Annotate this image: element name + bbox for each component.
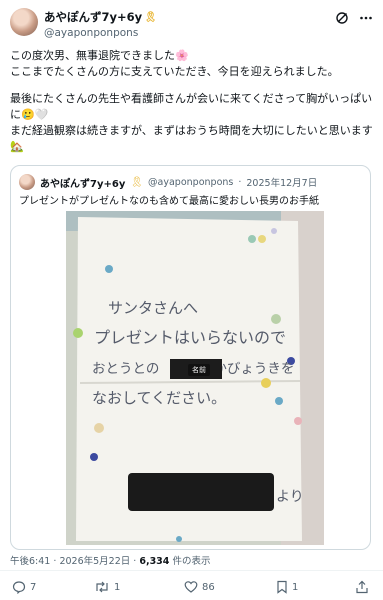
separator-dot: · xyxy=(53,556,57,567)
tweet-text: この度次男、無事退院できました🌸 ここまでたくさんの方に支えていただき、今日を迎… xyxy=(10,48,375,155)
like-count: 86 xyxy=(202,581,215,593)
quoted-text: プレゼントがプレゼんトなのも含めて最高に愛おしい長男のお手紙 xyxy=(19,196,319,207)
reply-count: 7 xyxy=(30,581,37,593)
author-handle[interactable]: @ayaponponpons xyxy=(44,27,157,39)
header-icons xyxy=(335,11,373,29)
share-icon xyxy=(355,580,369,594)
reply-button[interactable]: 7 xyxy=(12,580,36,594)
letter-line: なおしてください。 xyxy=(92,389,226,407)
tweet-line: まだ経過観察は続きますが、まずはおうち時間を大切にしたいと思います🏡 xyxy=(10,124,373,153)
letter-line: プレゼントはいらないので xyxy=(94,328,286,347)
reply-icon xyxy=(12,580,26,594)
tweet-time[interactable]: 午後6:41 xyxy=(10,556,50,567)
separator-dot: · xyxy=(133,556,137,567)
ribbon-badge-icon: 🎗 xyxy=(130,176,144,188)
share-button[interactable] xyxy=(355,580,369,594)
letter-signature: より xyxy=(276,489,304,505)
tweet-line: ここまでたくさんの方に支えていただき、今日を迎えられました。 xyxy=(10,65,339,78)
author-name-text[interactable]: あやぽんず7y+6y xyxy=(44,9,142,25)
tweet-line: 最後にたくさんの先生や看護師さんが会いに来てくださって胸がいっぱいに🥲🤍 xyxy=(10,92,373,121)
quoted-date: 2025年12月7日 xyxy=(246,178,318,189)
letter-photo[interactable]: サンタさんへ プレゼントはいらないので おとうとの かびょうきを なおしてくださ… xyxy=(66,211,324,545)
letter-line: サンタさんへ xyxy=(108,299,198,317)
tweet-header: あやぽんず7y+6y 🎗 @ayaponponpons xyxy=(10,8,373,40)
retweet-count: 1 xyxy=(114,581,121,593)
views-count: 6,334 xyxy=(139,556,170,567)
quoted-avatar xyxy=(19,174,35,190)
divider xyxy=(0,570,383,571)
more-options-icon[interactable] xyxy=(359,11,373,29)
name-tag-label: 名前 xyxy=(188,364,210,376)
quoted-tweet[interactable]: あやぽんず7y+6y 🎗 @ayaponponpons · 2025年12月7日… xyxy=(10,165,371,550)
grok-icon[interactable] xyxy=(335,11,349,29)
bookmark-icon xyxy=(276,580,288,594)
tweet-date[interactable]: 2026年5月22日 xyxy=(59,556,130,567)
retweet-icon xyxy=(94,580,110,594)
ribbon-badge-icon: 🎗 xyxy=(144,11,157,23)
views-label: 件の表示 xyxy=(172,556,211,567)
quoted-handle: @ayaponponpons xyxy=(148,176,234,188)
heart-icon xyxy=(184,580,198,594)
separator-dot: · xyxy=(238,176,242,188)
quoted-tweet-header: あやぽんず7y+6y 🎗 @ayaponponpons · 2025年12月7日 xyxy=(19,174,317,190)
quoted-display-name: あやぽんず7y+6y xyxy=(40,178,126,190)
author-display-name[interactable]: あやぽんず7y+6y 🎗 xyxy=(44,9,157,25)
bookmark-button[interactable]: 1 xyxy=(276,580,298,594)
tweet-meta: 午後6:41 · 2026年5月22日 · 6,334 件の表示 xyxy=(10,553,210,567)
avatar[interactable] xyxy=(10,8,38,36)
bookmark-count: 1 xyxy=(292,581,299,593)
author-names[interactable]: あやぽんず7y+6y 🎗 @ayaponponpons xyxy=(44,9,157,39)
retweet-button[interactable]: 1 xyxy=(94,580,120,594)
like-button[interactable]: 86 xyxy=(184,580,215,594)
action-bar: 7 1 86 1 xyxy=(10,580,373,596)
tweet-line: この度次男、無事退院できました🌸 xyxy=(10,49,189,62)
